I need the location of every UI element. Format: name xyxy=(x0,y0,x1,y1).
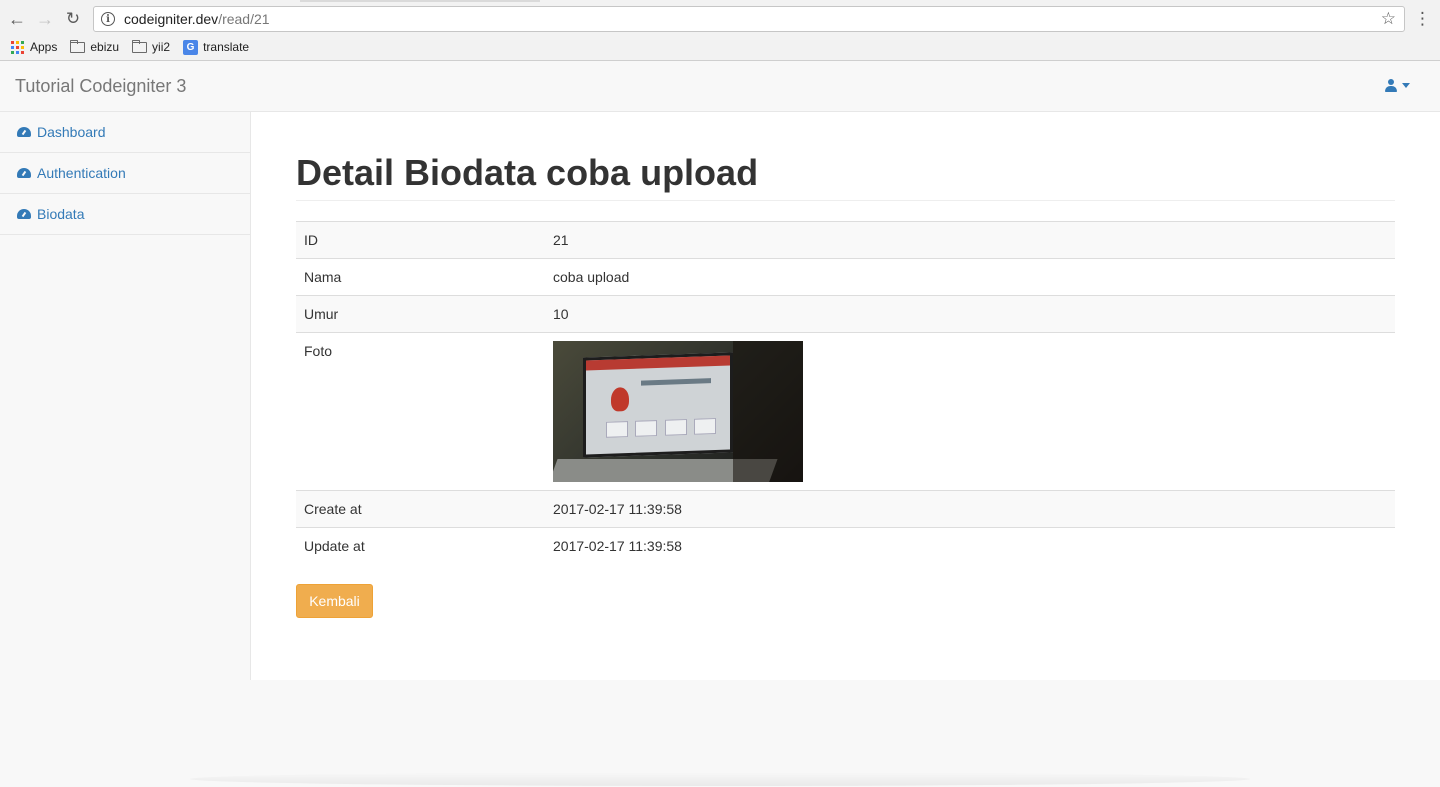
page-title: Detail Biodata coba upload xyxy=(296,152,759,193)
bookmark-apps[interactable]: Apps xyxy=(11,40,57,54)
dashboard-icon xyxy=(17,209,31,219)
row-label: Create at xyxy=(296,490,545,528)
address-bar[interactable]: i codeigniter.dev/read/21 ☆ xyxy=(93,6,1405,32)
sidebar-item-label: Dashboard xyxy=(37,124,106,140)
reload-icon[interactable]: ↻ xyxy=(62,8,84,30)
row-label: Umur xyxy=(296,295,545,333)
table-row: Foto xyxy=(296,332,1395,491)
sidebar-item-label: Authentication xyxy=(37,165,126,181)
url-path: /read/21 xyxy=(218,11,270,27)
bookmark-label: Apps xyxy=(30,40,58,54)
row-value-photo xyxy=(545,332,1395,491)
table-row: Umur 10 xyxy=(296,295,1395,333)
photo-laptop-screen xyxy=(583,352,733,458)
forward-arrow-icon[interactable]: → xyxy=(34,8,56,30)
dashboard-icon xyxy=(17,127,31,137)
back-arrow-icon[interactable]: ← xyxy=(6,8,28,30)
bookmark-star-icon[interactable]: ☆ xyxy=(1381,9,1396,29)
row-label: Foto xyxy=(296,332,545,491)
user-dropdown-toggle[interactable] xyxy=(1385,79,1410,92)
sidebar-item-dashboard[interactable]: Dashboard xyxy=(0,112,250,153)
translate-icon: G xyxy=(183,39,199,55)
biodata-photo xyxy=(553,341,803,482)
tab-strip xyxy=(300,0,540,2)
window-bottom-shadow xyxy=(190,772,1250,786)
row-value: 10 xyxy=(545,295,1395,333)
apps-grid-icon xyxy=(11,40,24,54)
bookmark-translate[interactable]: G translate xyxy=(183,39,250,55)
user-icon xyxy=(1385,79,1397,92)
bookmark-label: translate xyxy=(203,40,250,54)
bookmark-label: yii2 xyxy=(152,40,171,54)
folder-icon xyxy=(70,39,86,53)
bookmark-label: ebizu xyxy=(90,40,120,54)
table-row: Create at 2017-02-17 11:39:58 xyxy=(296,490,1395,528)
title-divider xyxy=(296,200,1395,201)
dashboard-icon xyxy=(17,168,31,178)
row-label: Nama xyxy=(296,258,545,296)
bookmark-yii2[interactable]: yii2 xyxy=(132,39,171,54)
app-navbar: Tutorial Codeigniter 3 xyxy=(0,61,1440,112)
row-value: coba upload xyxy=(545,258,1395,296)
browser-toolbar: ← → ↻ i codeigniter.dev/read/21 ☆ ⋮ Apps… xyxy=(0,0,1440,61)
row-label: ID xyxy=(296,221,545,259)
url-host: codeigniter.dev xyxy=(124,11,219,27)
sidebar-item-authentication[interactable]: Authentication xyxy=(0,153,250,194)
detail-table: ID 21 Nama coba upload Umur 10 Foto Crea… xyxy=(296,221,1395,564)
row-value: 21 xyxy=(545,221,1395,259)
folder-icon xyxy=(132,39,148,53)
table-row: Nama coba upload xyxy=(296,258,1395,296)
sidebar: Dashboard Authentication Biodata xyxy=(0,112,251,680)
table-row: ID 21 xyxy=(296,221,1395,259)
photo-shadow xyxy=(733,341,803,482)
browser-menu-icon[interactable]: ⋮ xyxy=(1414,9,1431,29)
bookmarks-bar: Apps ebizu yii2 G translate xyxy=(11,37,262,57)
row-value: 2017-02-17 11:39:58 xyxy=(545,527,1395,564)
back-button[interactable]: Kembali xyxy=(296,584,373,618)
row-value: 2017-02-17 11:39:58 xyxy=(545,490,1395,528)
navbar-brand[interactable]: Tutorial Codeigniter 3 xyxy=(15,76,186,97)
info-icon[interactable]: i xyxy=(101,12,115,26)
sidebar-item-label: Biodata xyxy=(37,206,85,222)
main-content: Detail Biodata coba upload ID 21 Nama co… xyxy=(251,112,1440,680)
caret-down-icon xyxy=(1402,83,1410,88)
row-label: Update at xyxy=(296,527,545,564)
bookmark-ebizu[interactable]: ebizu xyxy=(70,39,120,54)
table-row: Update at 2017-02-17 11:39:58 xyxy=(296,527,1395,564)
sidebar-item-biodata[interactable]: Biodata xyxy=(0,194,250,235)
